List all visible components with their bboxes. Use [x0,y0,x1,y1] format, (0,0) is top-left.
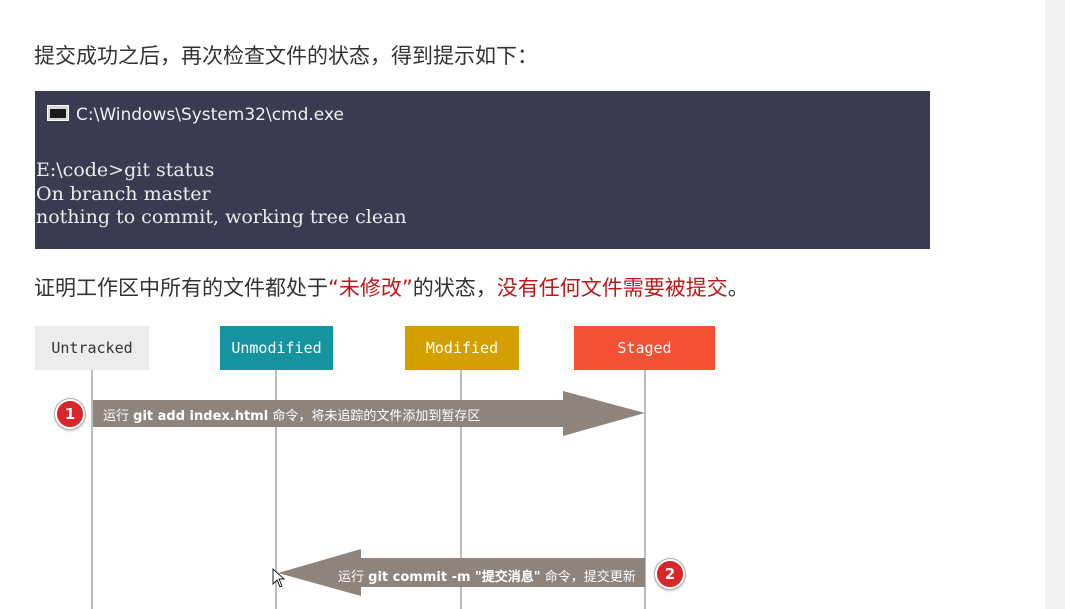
step2-post: 命令，提交更新 [540,570,636,585]
step2-command: git commit -m "提交消息" [368,570,541,585]
step2-label: 运行 git commit -m "提交消息" 命令，提交更新 [338,566,636,585]
step1-label: 运行 git add index.html 命令，将未追踪的文件添加到暂存区 [103,405,480,424]
step1-command: git add index.html [133,409,269,424]
step1-pre: 运行 [103,409,134,424]
step2-pre: 运行 [338,570,369,585]
step2-badge: 2 [655,559,685,589]
step1-badge: 1 [55,399,85,429]
mouse-cursor-icon [272,568,286,588]
step1-post: 命令，将未追踪的文件添加到暂存区 [268,409,481,424]
flow-arrows [93,391,645,596]
